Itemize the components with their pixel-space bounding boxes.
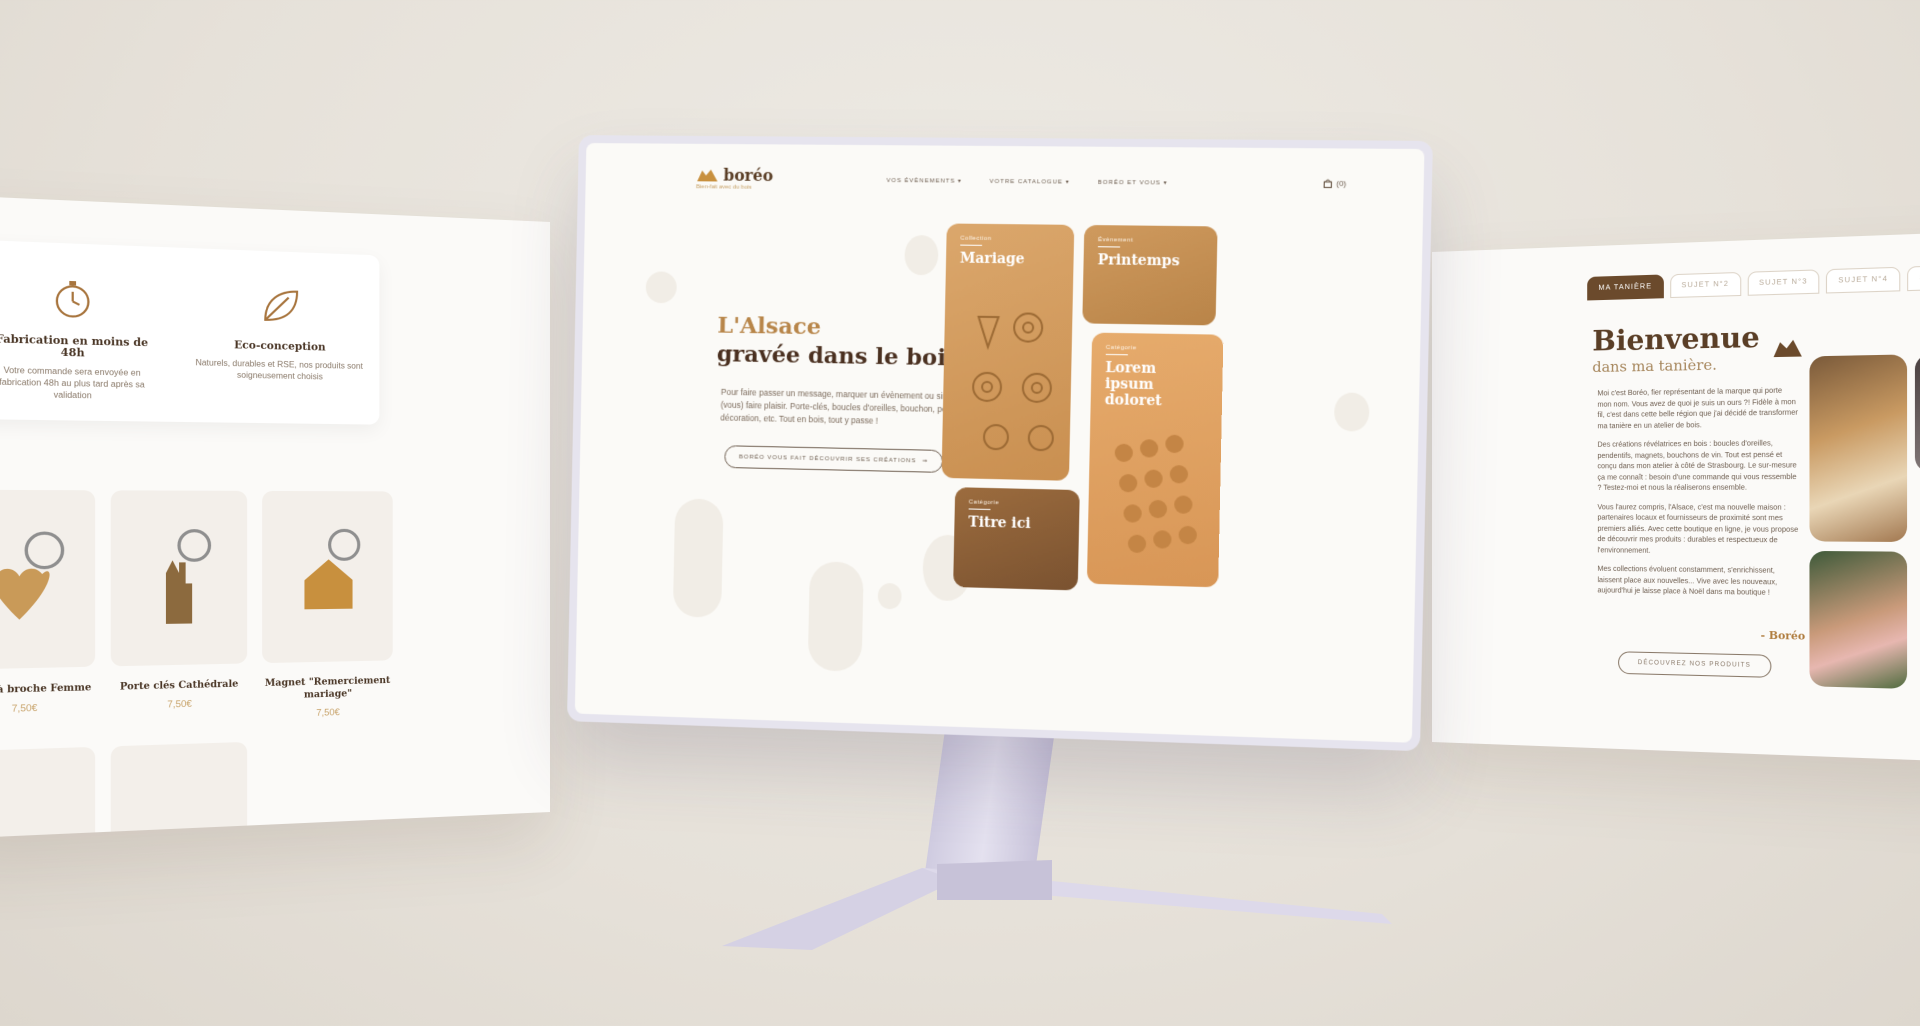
hero-title-line-2: gravée dans le bois (716, 340, 960, 372)
tab-ma-taniere[interactable]: MA TANIÈRE (1587, 274, 1664, 301)
nav-events[interactable]: VOS ÉVÈNEMENTS ▾ (886, 177, 962, 185)
card-divider (968, 508, 991, 511)
hero-cta-button[interactable]: BORÉO VOUS FAIT DÉCOUVRIR SES CRÉATIONS … (724, 445, 944, 473)
nav-catalogue[interactable]: VOTRE CATALOGUE ▾ (990, 178, 1070, 186)
ornaments-photo (1809, 550, 1908, 689)
decoration (904, 234, 939, 276)
welcome-subtitle: dans ma tanière. (1592, 357, 1717, 377)
flower-earrings-illustration (973, 277, 1069, 459)
product-price: 7,50€ (316, 707, 340, 719)
product-name[interactable]: Magnet "Remerciement mariage" (262, 675, 393, 703)
main-nav: VOS ÉVÈNEMENTS ▾ VOTRE CATALOGUE ▾ BORÉO… (886, 177, 1167, 187)
decoration (1333, 392, 1370, 432)
card-label: Collection (960, 235, 992, 242)
bear-logo-icon (697, 168, 718, 181)
product-card[interactable]: Magnet "Remerciement mariage" 7,50€ (262, 490, 393, 720)
welcome-paragraph: Moi c'est Boréo, fier représentant de la… (1597, 387, 1798, 430)
cart-button[interactable]: (0) (1324, 178, 1347, 189)
hero-title: L'Alsace gravée dans le bois (717, 312, 960, 372)
signature: - Boréo (1760, 630, 1806, 643)
feature-fabrication: Fabrication en moins de 48h Votre comman… (0, 273, 162, 422)
product-price: 7,50€ (11, 702, 38, 715)
product-image[interactable] (110, 741, 248, 840)
workshop-photo (1809, 354, 1908, 543)
product-price: 7,50€ (167, 698, 192, 710)
card-divider (1097, 246, 1121, 248)
arrow-right-icon: ➞ (922, 458, 929, 465)
product-name[interactable]: Porte clés Cathédrale (111, 678, 247, 694)
left-website-panel: Fabrication en moins de 48h Votre comman… (0, 194, 550, 840)
decoration (672, 498, 724, 618)
feature-desc: Votre commande sera envoyée en fabricati… (0, 365, 145, 401)
card-title: Lorem ipsum doloret (1104, 359, 1162, 410)
welcome-text: Moi c'est Boréo, fier représentant de la… (1597, 386, 1798, 608)
features-box: Fabrication en moins de 48h Votre comman… (0, 239, 380, 425)
tab-sujet-5[interactable]: SUJET N°5 (1907, 264, 1920, 292)
right-website-panel: MA TANIÈRE SUJET N°2 SUJET N°3 SUJET N°4… (1432, 231, 1920, 763)
hero-title-line-1: L'Alsace (717, 311, 822, 341)
decoration (645, 271, 677, 304)
welcome-title: Bienvenue (1592, 321, 1760, 358)
card-divider (960, 244, 983, 246)
leaf-icon (257, 282, 304, 329)
monitor: boréo Bien-fait avec du bois VOS ÉVÈNEME… (566, 135, 1433, 752)
product-grid: Badge à broche Femme 7,50€ Porte clés Ca… (0, 489, 393, 729)
feature-desc: Naturels, durables et RSE, nos produits … (195, 357, 363, 382)
card-title: Titre ici (968, 514, 1031, 533)
card-title: Mariage (959, 250, 1025, 268)
hero-cta-label: BORÉO VOUS FAIT DÉCOUVRIR SES CRÉATIONS (738, 453, 917, 464)
feature-title: Fabrication en moins de 48h (0, 333, 149, 360)
bear-logo-icon (1771, 335, 1804, 366)
card-label: Catégorie (1105, 344, 1137, 352)
product-image[interactable] (110, 490, 248, 667)
product-image[interactable] (0, 489, 96, 670)
monitor-stand-base (722, 860, 1392, 950)
card-printemps[interactable]: Évènement Printemps (1082, 224, 1218, 326)
card-label: Catégorie (968, 499, 1000, 507)
product-card[interactable]: Porte clés Cathédrale 7,50€ (110, 490, 248, 724)
logo-text: boréo (723, 165, 774, 185)
card-mariage[interactable]: Collection Mariage (941, 223, 1075, 481)
product-name[interactable]: Badge à broche Femme (0, 682, 95, 699)
monitor-screen: boréo Bien-fait avec du bois VOS ÉVÈNEME… (574, 143, 1425, 743)
bag-icon (1324, 179, 1332, 188)
site-logo[interactable]: boréo (696, 166, 773, 185)
cart-count: (0) (1336, 178, 1347, 189)
tab-bar: MA TANIÈRE SUJET N°2 SUJET N°3 SUJET N°4… (1587, 264, 1920, 301)
product-image[interactable] (262, 490, 393, 664)
card-label: Évènement (1098, 237, 1134, 244)
welcome-paragraph: Vous l'aurez compris, l'Alsace, c'est ma… (1597, 503, 1799, 555)
nav-boreo-et-vous[interactable]: BORÉO ET VOUS ▾ (1098, 179, 1168, 187)
feature-eco: Eco-conception Naturels, durables et RSE… (194, 280, 364, 425)
decoration (807, 561, 864, 672)
extra-photo (1914, 352, 1920, 473)
product-image[interactable] (0, 746, 96, 840)
card-lorem-ipsum[interactable]: Catégorie Lorem ipsum doloret (1086, 332, 1224, 588)
card-titre-ici[interactable]: Catégorie Titre ici (953, 487, 1080, 591)
tab-sujet-2[interactable]: SUJET N°2 (1669, 271, 1741, 299)
card-title: Printemps (1097, 252, 1180, 270)
welcome-paragraph: Des créations révélatrices en bois : bou… (1597, 440, 1797, 492)
discover-products-button[interactable]: DÉCOUVREZ NOS PRODUITS (1618, 651, 1772, 678)
tab-sujet-3[interactable]: SUJET N°3 (1747, 269, 1820, 296)
feature-title: Eco-conception (234, 339, 326, 354)
card-divider (1105, 353, 1128, 356)
stopwatch-icon (48, 275, 98, 324)
welcome-heading: Bienvenue dans ma tanière. (1592, 322, 1759, 376)
product-card[interactable]: Badge à broche Femme 7,50€ (0, 489, 96, 729)
product-grid-row2 (0, 741, 248, 840)
site-header: boréo Bien-fait avec du bois VOS ÉVÈNEME… (585, 143, 1424, 220)
welcome-paragraph: Mes collections évoluent constamment, s'… (1597, 565, 1778, 597)
decoration (877, 582, 902, 610)
logo-tagline: Bien-fait avec du bois (696, 184, 752, 191)
tab-sujet-4[interactable]: SUJET N°4 (1826, 266, 1901, 294)
stamps-illustration (1114, 434, 1198, 554)
